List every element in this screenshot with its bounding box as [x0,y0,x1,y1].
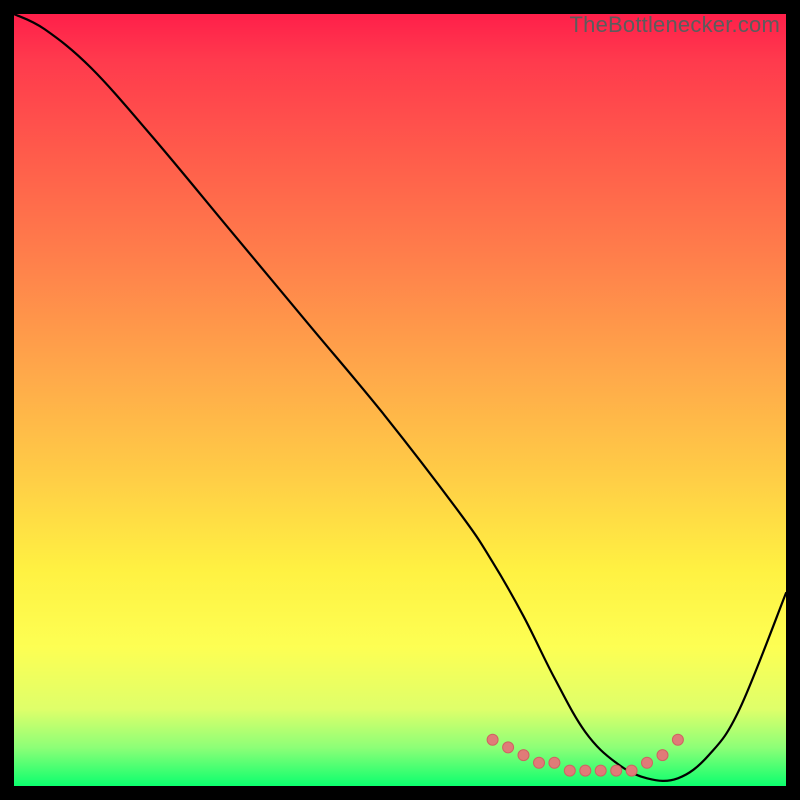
valley-marker [595,765,606,776]
valley-marker [564,765,575,776]
valley-marker [657,750,668,761]
valley-marker [580,765,591,776]
bottleneck-curve-line [14,14,786,781]
watermark-text: TheBottlenecker.com [570,12,780,38]
bottleneck-curve-svg [14,14,786,786]
valley-marker [518,750,529,761]
valley-marker [549,757,560,768]
valley-marker [672,734,683,745]
valley-marker [642,757,653,768]
valley-markers [487,734,683,776]
valley-marker [487,734,498,745]
valley-marker [611,765,622,776]
chart-frame: TheBottlenecker.com [0,0,800,800]
valley-marker [626,765,637,776]
valley-marker [534,757,545,768]
plot-area: TheBottlenecker.com [14,14,786,786]
valley-marker [503,742,514,753]
